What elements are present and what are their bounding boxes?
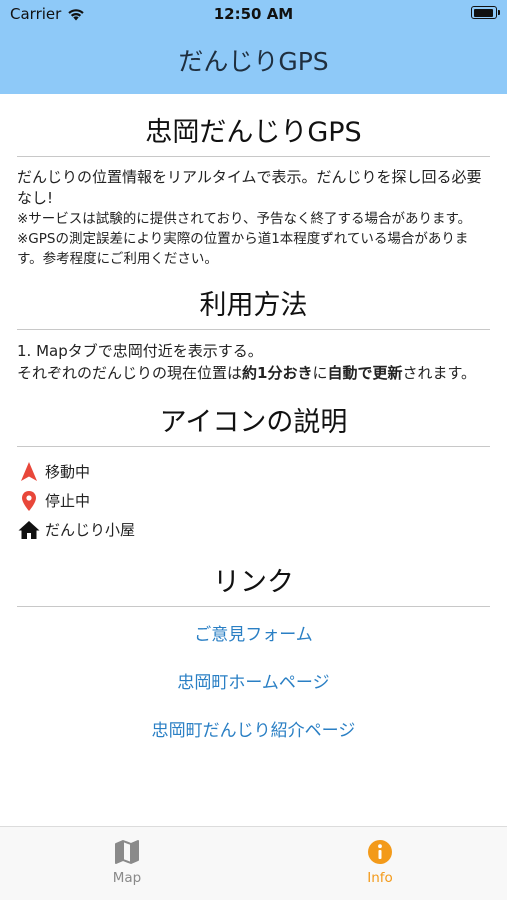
tab-info[interactable]: Info [320,839,440,886]
about-note-gps: ※GPSの測定誤差により実際の位置から道1本程度ずれている場合があります。参考程… [17,231,469,267]
info-icon [368,840,392,864]
header: Carrier 12:50 AM だんじりGPS [0,0,507,94]
tab-map[interactable]: Map [67,839,187,886]
home-icon [18,520,40,539]
legend-item-stopped: 停止中 [17,486,490,515]
danjiri-intro-link[interactable]: 忠岡町だんじり紹介ページ [17,707,490,755]
battery-icon [471,6,500,19]
divider [17,606,490,607]
usage-text: それぞれのだんじりの現在位置は [17,364,243,382]
usage-update-note: それぞれのだんじりの現在位置は約1分おきに自動で更新されます。 [17,362,490,384]
legend-item-shed: だんじり小屋 [17,515,490,544]
about-heading: 忠岡だんじりGPS [145,117,362,148]
legend-label: 停止中 [45,492,91,510]
usage-heading: 利用方法 [199,290,308,321]
divider [17,446,490,447]
tab-bar: Map Info [0,826,507,900]
legend-item-moving: 移動中 [17,457,490,486]
tab-info-label: Info [367,870,393,886]
about-description: だんじりの位置情報をリアルタイムで表示。だんじりを探し回る必要なし! [17,168,482,207]
info-content[interactable]: 忠岡だんじりGPS だんじりの位置情報をリアルタイムで表示。だんじりを探し回る必… [0,94,507,824]
usage-text: に [312,364,328,382]
legend-label: だんじり小屋 [45,521,136,539]
map-pin-icon [22,490,36,511]
navigation-arrow-icon [21,461,37,481]
feedback-form-link[interactable]: ご意見フォーム [17,611,490,659]
status-bar: Carrier 12:50 AM [0,0,507,28]
map-icon [115,840,139,864]
usage-auto-update: 自動で更新 [327,364,403,382]
legend-label: 移動中 [45,463,91,481]
usage-step-1: 1. Mapタブで忠岡付近を表示する。 [17,342,263,360]
usage-interval: 約1分おき [242,364,313,382]
town-homepage-link[interactable]: 忠岡町ホームページ [17,659,490,707]
divider [17,329,490,330]
links-heading: リンク [213,567,294,598]
nav-title: だんじりGPS [178,47,329,76]
legend-heading: アイコンの説明 [159,407,348,438]
divider [17,156,490,157]
usage-text: されます。 [402,364,476,382]
tab-map-label: Map [112,870,142,886]
status-time: 12:50 AM [213,5,294,23]
about-note-service: ※サービスは試験的に提供されており、予告なく終了する場合があります。 [17,211,472,227]
